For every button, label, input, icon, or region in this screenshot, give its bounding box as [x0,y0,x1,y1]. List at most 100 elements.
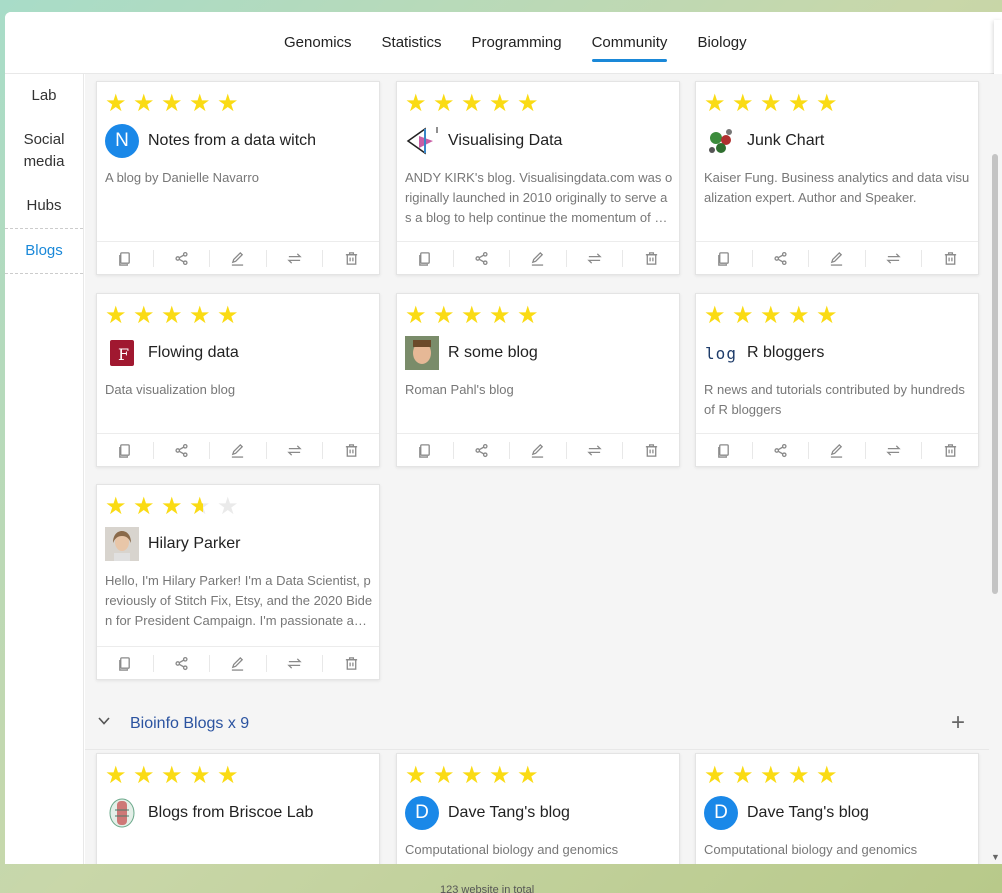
star-icon[interactable]: ★ [788,304,816,328]
scrollbar[interactable]: ▼ [989,74,1002,864]
scroll-down-arrow-icon[interactable]: ▼ [991,852,1000,862]
tab-community[interactable]: Community [577,12,683,74]
star-icon[interactable]: ★ [760,304,788,328]
delete-button[interactable] [323,250,379,267]
rating-stars[interactable]: ★ ★ ★ ★ ★ [105,304,245,328]
edit-button[interactable] [210,654,267,672]
swap-button[interactable] [567,441,624,459]
star-icon[interactable]: ★ [217,304,245,328]
blog-title[interactable]: Flowing data [148,344,239,362]
star-icon[interactable]: ★ [732,92,760,116]
tab-programming[interactable]: Programming [457,12,577,74]
star-icon[interactable]: ★ [133,764,161,788]
star-icon[interactable]: ★ [788,764,816,788]
scrollbar-thumb[interactable] [992,154,998,594]
chevron-down-icon[interactable] [97,714,111,728]
star-icon[interactable]: ★ [105,92,133,116]
delete-button[interactable] [623,442,679,459]
star-icon[interactable]: ★ [189,304,217,328]
edit-button[interactable] [809,441,866,459]
star-icon[interactable]: ★ [189,764,217,788]
star-icon[interactable]: ★ [517,764,545,788]
copy-button[interactable] [696,441,753,459]
blog-title[interactable]: Blogs from Briscoe Lab [148,804,313,822]
share-button[interactable] [753,441,810,459]
rating-stars[interactable]: ★ ★ ★ ★ ★ [105,764,245,788]
star-icon[interactable]: ★ [405,304,433,328]
star-icon[interactable]: ★ [489,92,517,116]
tab-statistics[interactable]: Statistics [367,12,457,74]
star-icon[interactable]: ★ [732,764,760,788]
copy-button[interactable] [97,249,154,267]
star-icon[interactable]: ★ [461,92,489,116]
section-header-bioinfo-blogs[interactable]: Bioinfo Blogs x 9 + [85,698,989,750]
star-icon[interactable]: ★ [433,92,461,116]
blog-title[interactable]: Dave Tang's blog [448,804,570,822]
star-icon[interactable]: ★ [461,764,489,788]
blog-card[interactable]: ★ ★ ★ ★ ★ N Notes from a data witch A blog by D… [96,81,380,275]
rating-stars[interactable]: ★ ★ ★ ★ ★ [704,92,844,116]
star-icon[interactable]: ★ [105,495,133,519]
blog-title[interactable]: Junk Chart [747,132,824,150]
star-icon[interactable]: ★ [489,764,517,788]
blog-title[interactable]: R some blog [448,344,538,362]
copy-button[interactable] [696,249,753,267]
star-icon[interactable]: ★ [704,304,732,328]
swap-button[interactable] [866,249,923,267]
star-icon[interactable]: ★ [433,764,461,788]
edit-button[interactable] [210,441,267,459]
star-icon[interactable]: ★ [189,92,217,116]
star-icon[interactable]: ★ [433,304,461,328]
star-icon[interactable]: ★ [217,764,245,788]
share-button[interactable] [154,249,211,267]
blog-card[interactable]: ★ ★ ★ ★ ★ D Dave Tang's blog Computational biol… [695,753,979,864]
star-icon[interactable]: ★ [816,304,844,328]
sidebar-item-hubs[interactable]: Hubs [5,184,83,228]
blog-title[interactable]: Dave Tang's blog [747,804,869,822]
delete-button[interactable] [323,442,379,459]
blog-card[interactable]: ★ ★ ★ ★ ★ Blogs from Briscoe Lab [96,753,380,864]
blog-card[interactable]: ★ ★ ★ ★ ★ log R bloggers R news and tutorials c… [695,293,979,467]
edit-button[interactable] [510,249,567,267]
star-icon[interactable]: ★ [405,92,433,116]
star-icon[interactable]: ★ [405,764,433,788]
rating-stars[interactable]: ★ ★ ★ ★ ★ [405,764,545,788]
sidebar-item-lab[interactable]: Lab [5,74,83,118]
star-icon[interactable]: ★ [517,92,545,116]
star-icon[interactable]: ★ [217,495,245,519]
swap-button[interactable] [267,441,324,459]
share-button[interactable] [454,441,511,459]
star-icon[interactable]: ★ [133,304,161,328]
star-icon[interactable]: ★ [704,92,732,116]
star-icon[interactable]: ★ [189,495,217,519]
rating-stars[interactable]: ★ ★ ★ ★ ★ [704,304,844,328]
star-icon[interactable]: ★ [816,92,844,116]
copy-button[interactable] [397,249,454,267]
blog-card[interactable]: ★ ★ ★ ★ ★ R some blog Roman Pahl's blog [396,293,680,467]
edit-button[interactable] [510,441,567,459]
star-icon[interactable]: ★ [517,304,545,328]
delete-button[interactable] [922,442,978,459]
tab-biology[interactable]: Biology [682,12,761,74]
copy-button[interactable] [97,654,154,672]
share-button[interactable] [154,654,211,672]
blog-card[interactable]: ★ ★ ★ ★ ★ Visualising Data ANDY KIRK's blog. V… [396,81,680,275]
swap-button[interactable] [866,441,923,459]
blog-title[interactable]: Notes from a data witch [148,132,316,150]
blog-card[interactable]: ★ ★ ★ ★ ★ Junk Chart Kaiser Fung. Business ana… [695,81,979,275]
star-icon[interactable]: ★ [760,764,788,788]
star-icon[interactable]: ★ [704,764,732,788]
share-button[interactable] [454,249,511,267]
star-icon[interactable]: ★ [161,495,189,519]
rating-stars[interactable]: ★ ★ ★ ★ ★ [405,304,545,328]
tab-genomics[interactable]: Genomics [269,12,367,74]
star-icon[interactable]: ★ [133,495,161,519]
star-icon[interactable]: ★ [489,304,517,328]
copy-button[interactable] [97,441,154,459]
share-button[interactable] [154,441,211,459]
blog-card[interactable]: ★ ★ ★ ★ ★ D Dave Tang's blog Computational biol… [396,753,680,864]
star-icon[interactable]: ★ [105,764,133,788]
add-icon[interactable]: + [951,711,965,735]
blog-card[interactable]: ★ ★ ★ ★ ★ Hilary Parker Hello, I'm Hilary Park… [96,484,380,680]
blog-title[interactable]: Hilary Parker [148,535,240,553]
